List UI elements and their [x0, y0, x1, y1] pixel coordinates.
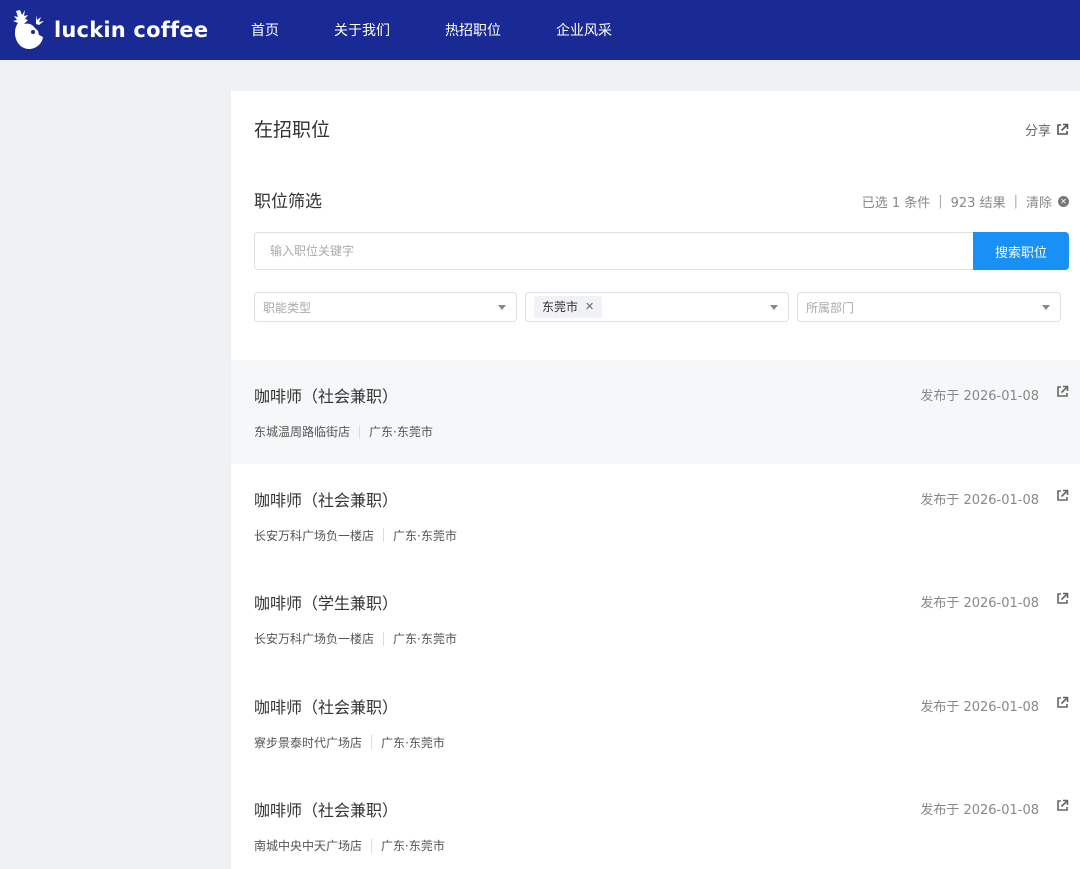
main-nav: 首页 关于我们 热招职位 企业风采 — [251, 0, 612, 60]
share-button[interactable]: 分享 — [1025, 120, 1069, 139]
share-icon[interactable] — [1056, 489, 1069, 502]
job-location: 广东·东莞市 — [381, 735, 445, 750]
top-navbar: luckin coffee 首页 关于我们 热招职位 企业风采 — [0, 0, 1080, 60]
divider — [383, 631, 385, 646]
clear-icon: ✕ — [1058, 196, 1069, 207]
clear-label: 清除 — [1025, 196, 1052, 211]
chevron-down-icon — [498, 305, 506, 310]
job-meta: 长安万科广场负一楼店 广东·东莞市 — [254, 630, 457, 647]
filter-summary: 已选 1 条件 | 923 结果 | 清除 ✕ — [862, 192, 1069, 211]
search-input[interactable] — [254, 232, 973, 270]
share-icon[interactable] — [1056, 799, 1069, 812]
page-title: 在招职位 — [254, 119, 331, 141]
job-location: 广东·东莞市 — [393, 528, 457, 543]
job-title: 咖啡师（社会兼职） — [254, 387, 399, 406]
job-title: 咖啡师（社会兼职） — [254, 697, 399, 717]
job-title: 咖啡师（社会兼职） — [254, 490, 399, 510]
select-placeholder: 所属部门 — [806, 300, 855, 315]
city-select[interactable]: 东莞市 ✕ — [525, 292, 789, 322]
search-button[interactable]: 搜索职位 — [973, 232, 1069, 270]
clear-filters-button[interactable]: 清除 ✕ — [1026, 192, 1069, 211]
tag-label: 东莞市 — [542, 300, 579, 314]
job-title: 咖啡师（学生兼职） — [254, 594, 399, 613]
panel-header: 在招职位 分享 职位筛选 已选 1 条件 | 923 结果 | 清除 ✕ 搜索职… — [231, 91, 1080, 360]
chevron-down-icon — [770, 305, 778, 310]
divider — [383, 528, 385, 542]
job-meta: 寮步景泰时代广场店 广东·东莞市 — [254, 734, 445, 751]
job-date: 发布于 2026-01-08 — [920, 699, 1039, 715]
search-bar: 搜索职位 — [254, 232, 1069, 270]
nav-item-home[interactable]: 首页 — [251, 20, 279, 40]
nav-item-about[interactable]: 关于我们 — [334, 20, 390, 40]
city-tag: 东莞市 ✕ — [534, 296, 603, 318]
job-title: 咖啡师（社会兼职） — [254, 801, 399, 820]
filter-title: 职位筛选 — [254, 192, 322, 212]
divider — [371, 838, 373, 853]
divider: | — [938, 194, 943, 209]
job-location: 广东·东莞市 — [393, 632, 457, 646]
job-item[interactable]: 咖啡师（社会兼职） 发布于 2026-01-08 南城中央中天广场店 广东·东莞市 — [231, 774, 1080, 869]
job-store: 长安万科广场负一楼店 — [254, 528, 375, 543]
result-count: 923 结果 — [950, 196, 1006, 211]
job-location: 广东·东莞市 — [381, 839, 445, 853]
job-meta: 南城中央中天广场店 广东·东莞市 — [254, 837, 445, 854]
job-meta: 长安万科广场负一楼店 广东·东莞市 — [254, 527, 457, 544]
divider: | — [1013, 194, 1018, 209]
share-icon — [1057, 123, 1069, 135]
job-item[interactable]: 咖啡师（学生兼职） 发布于 2026-01-08 长安万科广场负一楼店 广东·东莞… — [231, 567, 1080, 671]
deer-logo-icon — [13, 10, 44, 49]
job-list: 咖啡师（社会兼职） 发布于 2026-01-08 东城温周路临街店 广东·东莞市 … — [231, 360, 1080, 869]
job-date: 发布于 2026-01-08 — [920, 803, 1039, 818]
nav-item-culture[interactable]: 企业风采 — [556, 20, 612, 40]
job-location: 广东·东莞市 — [369, 425, 433, 439]
divider — [359, 424, 361, 439]
job-store: 南城中央中天广场店 — [254, 839, 363, 853]
chevron-down-icon — [1042, 305, 1050, 310]
share-icon[interactable] — [1056, 385, 1069, 398]
brand-name: luckin coffee — [54, 18, 209, 42]
job-meta: 东城温周路临街店 广东·东莞市 — [254, 423, 433, 440]
remove-tag-icon[interactable]: ✕ — [585, 296, 594, 318]
job-store: 长安万科广场负一楼店 — [254, 632, 375, 646]
job-item[interactable]: 咖啡师（社会兼职） 发布于 2026-01-08 长安万科广场负一楼店 广东·东莞… — [231, 464, 1080, 568]
job-store: 东城温周路临街店 — [254, 425, 351, 439]
job-date: 发布于 2026-01-08 — [920, 389, 1039, 404]
select-placeholder: 职能类型 — [263, 300, 312, 315]
jobs-panel: 在招职位 分享 职位筛选 已选 1 条件 | 923 结果 | 清除 ✕ 搜索职… — [231, 91, 1080, 869]
job-date: 发布于 2026-01-08 — [920, 596, 1039, 611]
job-store: 寮步景泰时代广场店 — [254, 735, 363, 750]
share-icon[interactable] — [1056, 696, 1069, 709]
job-date: 发布于 2026-01-08 — [920, 492, 1039, 508]
selected-count: 已选 1 条件 — [861, 196, 931, 211]
department-select[interactable]: 所属部门 — [797, 292, 1061, 322]
job-item[interactable]: 咖啡师（社会兼职） 发布于 2026-01-08 寮步景泰时代广场店 广东·东莞市 — [231, 671, 1080, 775]
filter-selects: 职能类型 东莞市 ✕ 所属部门 — [254, 292, 1069, 322]
nav-item-hot-jobs[interactable]: 热招职位 — [445, 20, 501, 40]
divider — [371, 735, 373, 749]
brand-logo[interactable]: luckin coffee — [6, 6, 208, 54]
function-type-select[interactable]: 职能类型 — [254, 292, 517, 322]
share-icon[interactable] — [1056, 592, 1069, 605]
share-label: 分享 — [1024, 124, 1051, 139]
job-item[interactable]: 咖啡师（社会兼职） 发布于 2026-01-08 东城温周路临街店 广东·东莞市 — [231, 360, 1080, 464]
